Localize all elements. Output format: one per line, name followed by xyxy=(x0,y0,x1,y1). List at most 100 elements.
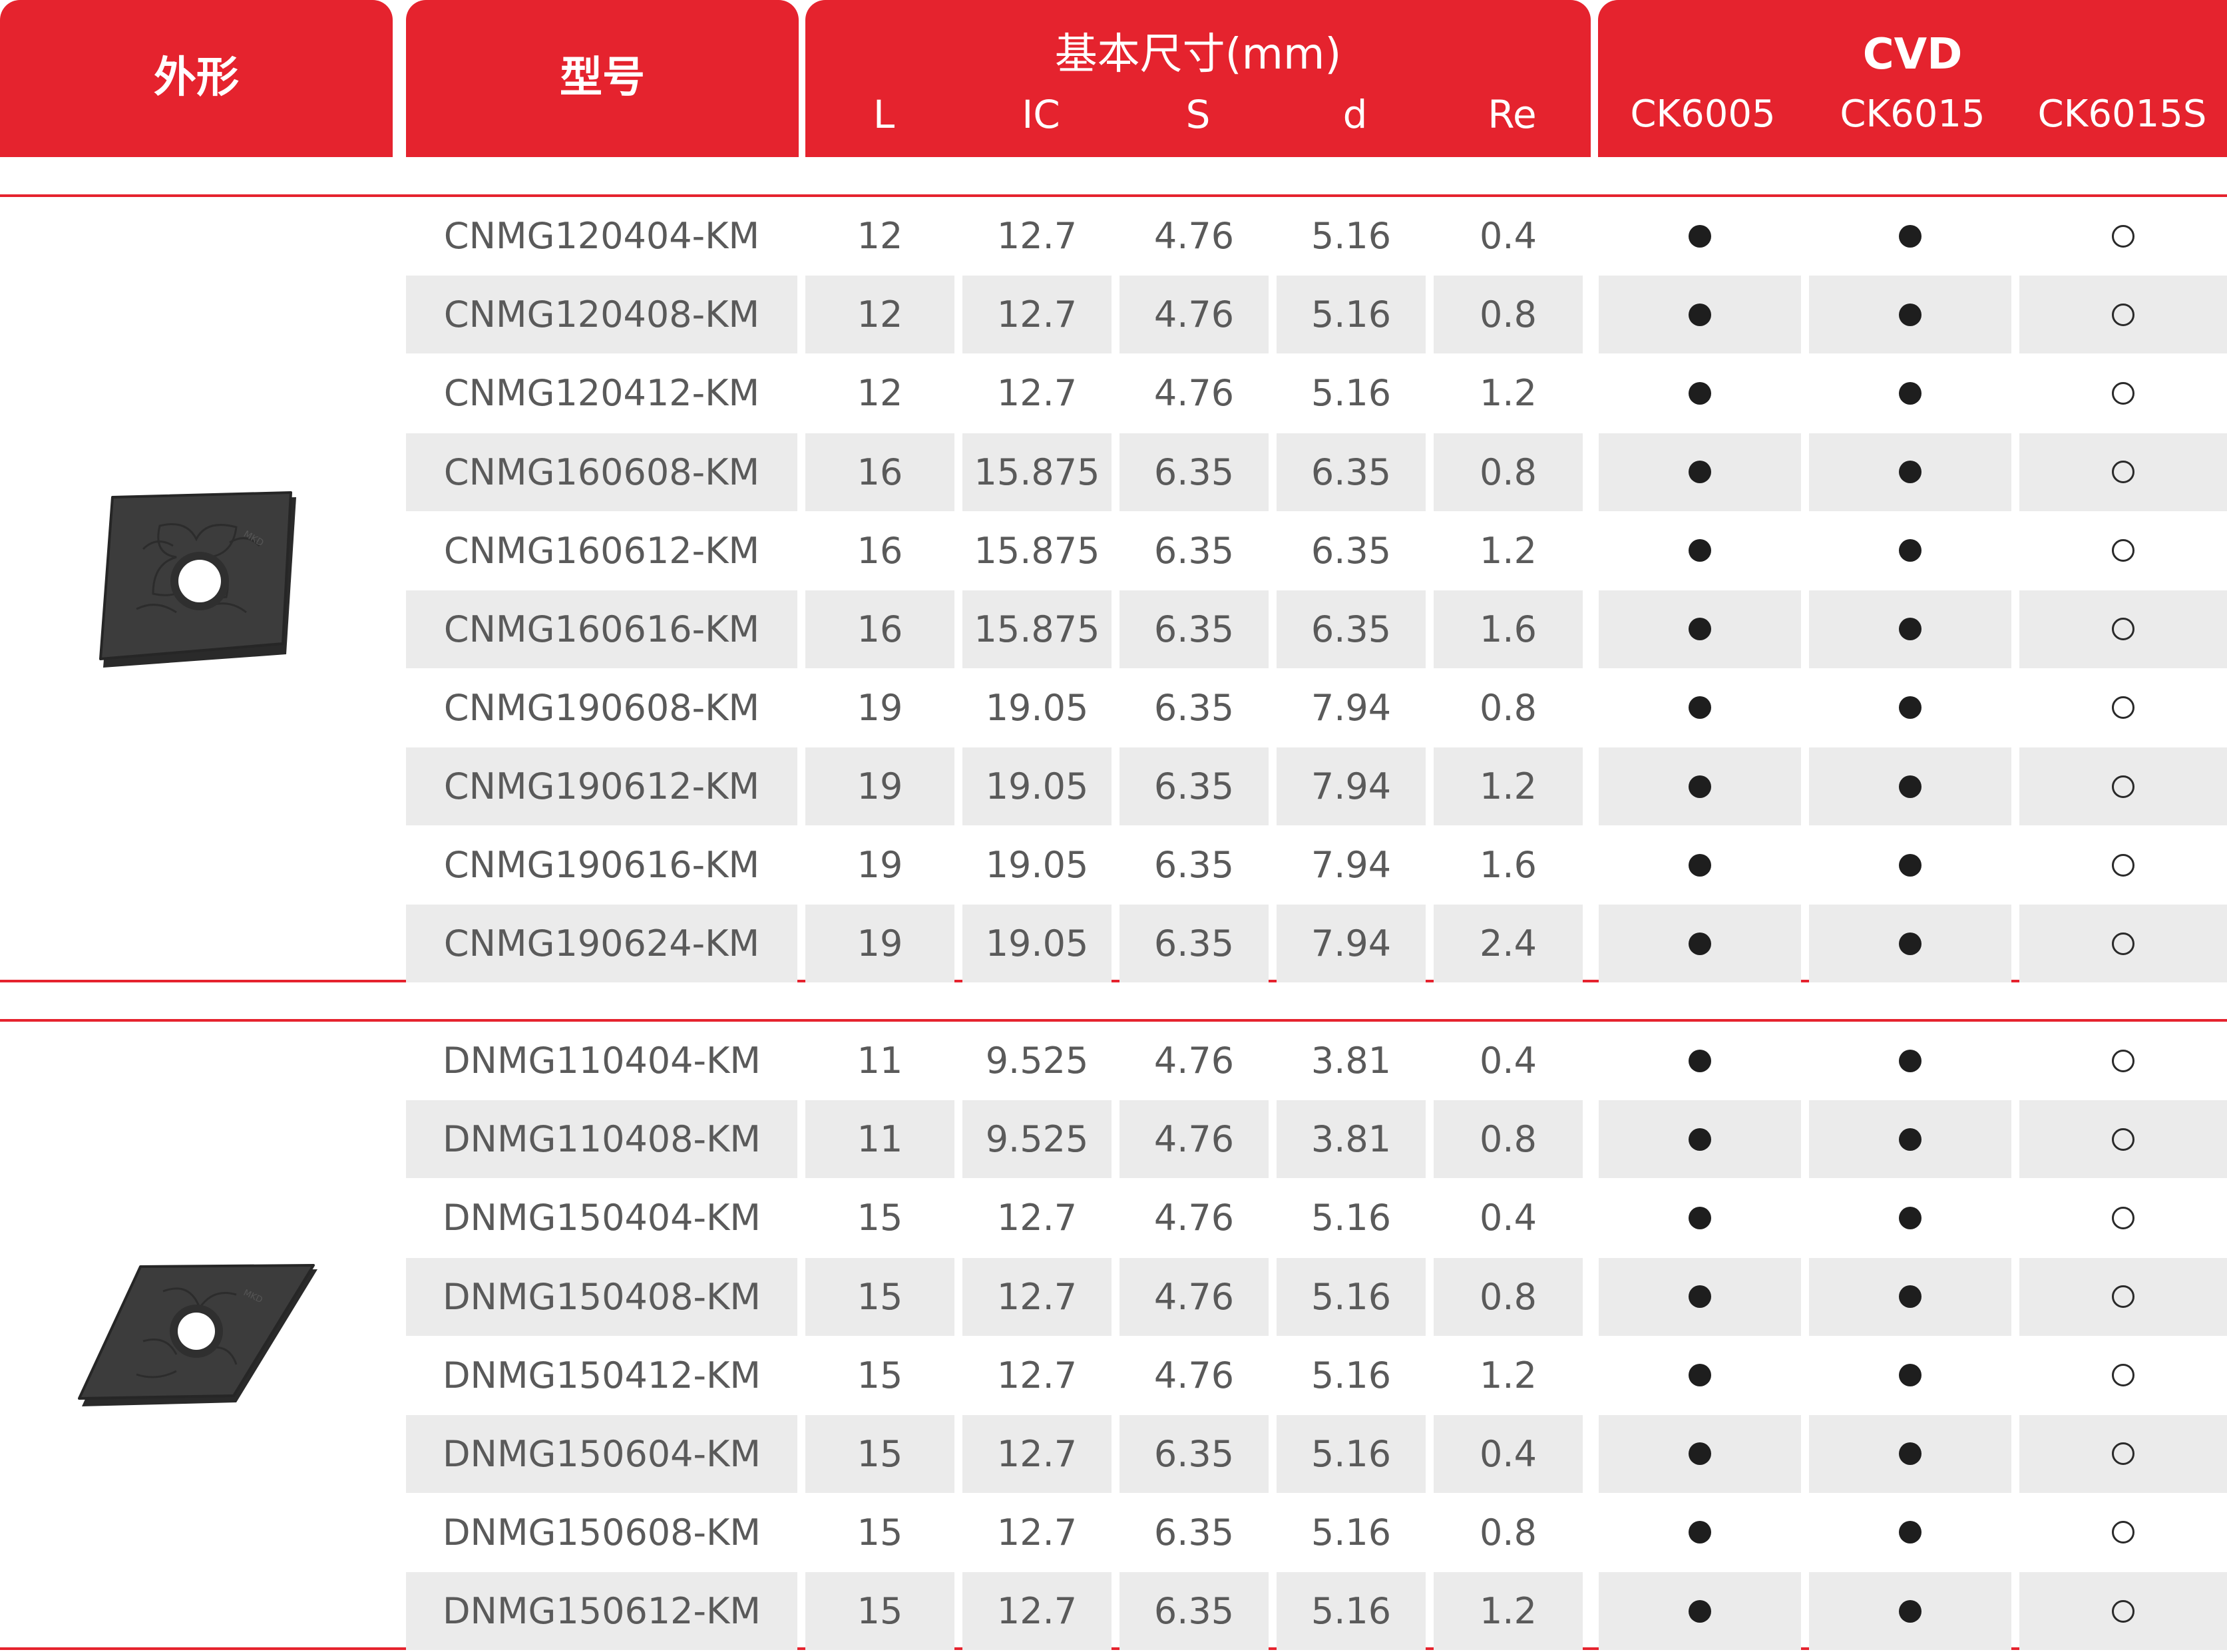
model-cell: CNMG160608-KM xyxy=(406,433,797,511)
filled-dot-icon xyxy=(1899,932,1922,955)
dim-cell-ic: 15.875 xyxy=(962,433,1112,511)
table-row: CNMG160616-KM 16 15.875 6.35 6.35 1.6 xyxy=(406,590,2227,668)
filled-dot-icon xyxy=(1899,303,1922,326)
grade-cell xyxy=(1599,1337,1801,1414)
dim-cell-s: 4.76 xyxy=(1119,1100,1269,1179)
open-circle-icon xyxy=(2112,853,2134,877)
dim-cell-re: 0.8 xyxy=(1434,276,1583,354)
grade-cell xyxy=(1599,433,1801,511)
filled-dot-icon xyxy=(1899,618,1922,641)
header-col-S: S xyxy=(1185,92,1211,137)
model-cell: DNMG150412-KM xyxy=(442,1354,761,1396)
dim-cell-d: 5.16 xyxy=(1311,1511,1392,1553)
dim-cell-ic: 15.875 xyxy=(974,529,1100,572)
dim-cell-d: 3.81 xyxy=(1311,1040,1392,1082)
open-circle-icon xyxy=(2112,303,2134,326)
table-row: CNMG160608-KM 16 15.875 6.35 6.35 0.8 xyxy=(406,433,2227,511)
open-circle-icon xyxy=(2112,461,2134,483)
dim-cell-ic: 19.05 xyxy=(962,905,1112,983)
dim-cell-ic: 12.7 xyxy=(962,1257,1112,1336)
dim-cell-l: 11 xyxy=(857,1040,903,1082)
dim-cell-l: 12 xyxy=(857,372,903,415)
dim-cell-d: 7.94 xyxy=(1277,905,1426,983)
dim-cell-re: 0.8 xyxy=(1434,1100,1583,1179)
grade-cell xyxy=(2019,1100,2227,1179)
open-circle-icon xyxy=(2112,696,2134,720)
dim-cell-ic: 12.7 xyxy=(996,1511,1078,1553)
grade-cell xyxy=(1809,1179,2011,1257)
header-grade-ck6015: CK6015 xyxy=(1840,93,1985,136)
open-circle-icon xyxy=(2112,381,2134,405)
grade-cell xyxy=(1599,1022,1801,1100)
dim-cell-ic: 15.875 xyxy=(962,590,1112,668)
filled-dot-icon xyxy=(1899,224,1922,248)
model-cell: CNMG160612-KM xyxy=(443,529,760,572)
filled-dot-icon xyxy=(1899,461,1922,483)
header-grade-ck6015s: CK6015S xyxy=(2037,93,2207,136)
grade-cell xyxy=(1599,1414,1801,1493)
dim-cell-ic: 12.7 xyxy=(996,372,1078,415)
dim-cell-s: 6.35 xyxy=(1119,905,1269,983)
dim-cell-l: 19 xyxy=(805,747,954,826)
grade-cell xyxy=(1599,512,1801,590)
header-dimensions: 基本尺寸(mm) L IC S d Re xyxy=(805,0,1591,157)
dim-cell-l: 15 xyxy=(857,1354,903,1396)
dim-cell-d: 6.35 xyxy=(1277,590,1426,668)
grade-cell xyxy=(1599,826,1801,904)
dim-cell-re: 2.4 xyxy=(1434,905,1583,983)
open-circle-icon xyxy=(2112,1049,2134,1072)
filled-dot-icon xyxy=(1689,1049,1711,1072)
dim-cell-l: 11 xyxy=(805,1100,954,1179)
filled-dot-icon xyxy=(1899,696,1922,720)
grade-cell xyxy=(2019,433,2227,511)
dim-cell-s: 6.35 xyxy=(1119,747,1269,826)
dim-cell-ic: 9.525 xyxy=(985,1040,1089,1082)
dim-cell-l: 15 xyxy=(805,1572,954,1651)
dim-cell-s: 4.76 xyxy=(1153,372,1235,415)
open-circle-icon xyxy=(2112,1128,2134,1151)
filled-dot-icon xyxy=(1689,932,1711,955)
filled-dot-icon xyxy=(1899,1206,1922,1229)
grade-cell xyxy=(1809,276,2011,354)
dim-cell-l: 15 xyxy=(805,1257,954,1336)
header-dimensions-label: 基本尺寸(mm) xyxy=(1054,30,1342,79)
dim-cell-re: 0.8 xyxy=(1434,1257,1583,1336)
dim-cell-l: 15 xyxy=(857,1197,903,1239)
filled-dot-icon xyxy=(1689,775,1711,798)
dim-cell-d: 5.16 xyxy=(1277,1257,1426,1336)
dim-cell-ic: 12.7 xyxy=(962,1414,1112,1493)
table-row: CNMG120408-KM 12 12.7 4.76 5.16 0.8 xyxy=(406,276,2227,354)
header-shape-label: 外形 xyxy=(154,53,239,103)
filled-dot-icon xyxy=(1899,853,1922,877)
filled-dot-icon xyxy=(1899,1442,1922,1466)
filled-dot-icon xyxy=(1899,1599,1922,1623)
grade-cell xyxy=(1599,1257,1801,1336)
dim-cell-re: 1.2 xyxy=(1480,529,1537,572)
dim-cell-d: 7.94 xyxy=(1277,747,1426,826)
table-row: DNMG150408-KM 15 12.7 4.76 5.16 0.8 xyxy=(406,1257,2227,1336)
open-circle-icon xyxy=(2112,775,2134,798)
dim-cell-re: 0.4 xyxy=(1480,1197,1537,1239)
dim-cell-l: 19 xyxy=(857,844,903,887)
dim-cell-s: 6.35 xyxy=(1119,590,1269,668)
open-circle-icon xyxy=(2112,539,2134,562)
dim-cell-s: 6.35 xyxy=(1153,844,1235,887)
model-cell: CNMG190616-KM xyxy=(443,844,760,887)
table-row: CNMG190616-KM 19 19.05 6.35 7.94 1.6 xyxy=(406,826,2227,904)
grade-cell xyxy=(1809,1337,2011,1414)
grade-cell xyxy=(1599,669,1801,747)
filled-dot-icon xyxy=(1689,618,1711,641)
filled-dot-icon xyxy=(1899,1049,1922,1072)
grade-cell xyxy=(2019,905,2227,983)
grade-cell xyxy=(1809,433,2011,511)
filled-dot-icon xyxy=(1689,1206,1711,1229)
dim-cell-re: 0.8 xyxy=(1480,1511,1537,1553)
dim-cell-ic: 12.7 xyxy=(962,276,1112,354)
dim-cell-d: 5.16 xyxy=(1277,276,1426,354)
model-cell: DNMG150604-KM xyxy=(406,1414,797,1493)
dim-cell-ic: 12.7 xyxy=(996,215,1078,257)
filled-dot-icon xyxy=(1689,224,1711,248)
grade-cell xyxy=(1599,905,1801,983)
grade-cell xyxy=(2019,747,2227,826)
grade-cell xyxy=(2019,1257,2227,1336)
